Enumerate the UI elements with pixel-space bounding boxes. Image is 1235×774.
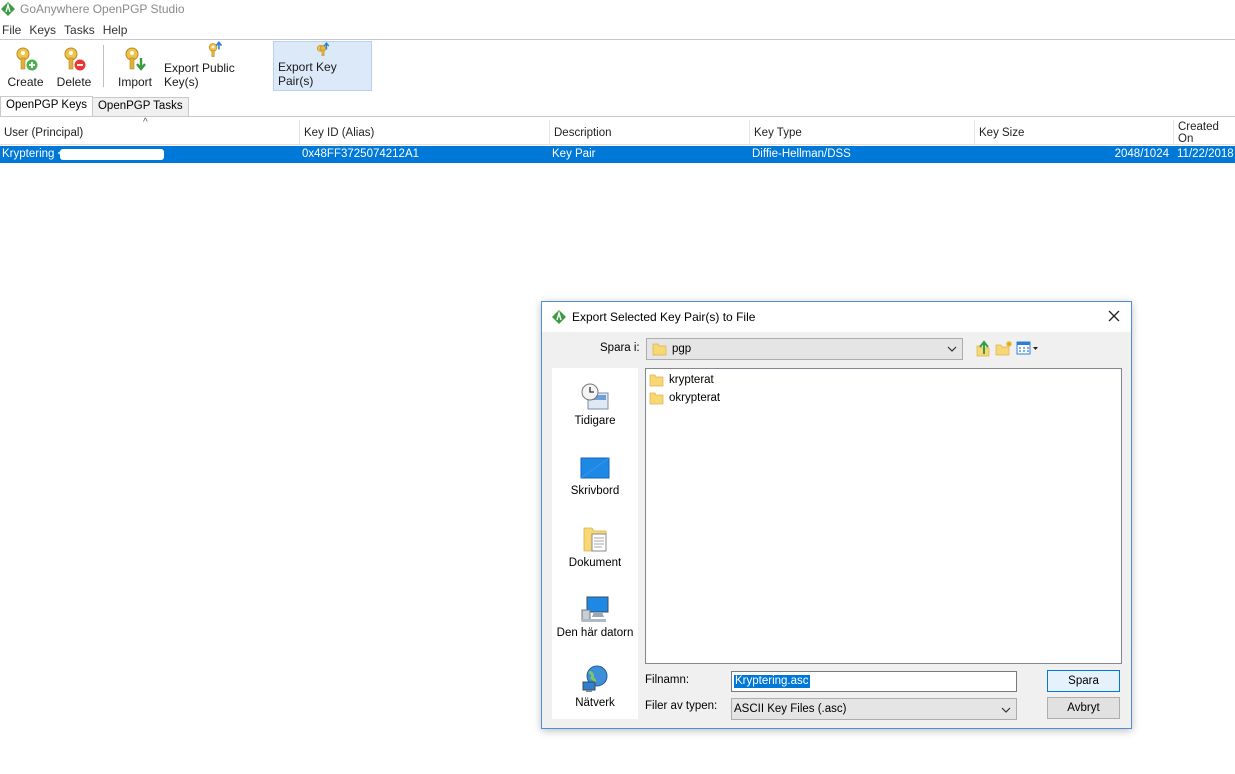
menu-keys[interactable]: Keys: [27, 23, 60, 37]
column-header-created-on[interactable]: Created On: [1173, 120, 1235, 145]
cell-user: Kryptering <: [2, 148, 65, 160]
place-documents[interactable]: Dokument: [552, 524, 638, 569]
table-row[interactable]: Kryptering < 0x48FF3725074212A1 Key Pair…: [0, 146, 1235, 163]
look-in-dropdown[interactable]: pgp: [646, 338, 963, 360]
chevron-down-icon: [947, 346, 957, 352]
export-public-keys-button[interactable]: Export Public Key(s): [160, 41, 270, 91]
file-list: krypterat okrypterat: [645, 368, 1122, 664]
computer-icon: [581, 596, 609, 622]
import-button[interactable]: Import: [110, 41, 160, 91]
view-menu-icon[interactable]: [1016, 340, 1040, 356]
column-label: Key Type: [754, 126, 802, 139]
cell-key-size: 2048/1024: [1114, 148, 1169, 160]
look-in-label: Spara i:: [600, 342, 640, 354]
openpgp-studio-window: GoAnywhere OpenPGP Studio File Keys Task…: [0, 0, 1235, 774]
create-button[interactable]: Create: [0, 41, 51, 91]
filetype-dropdown[interactable]: ASCII Key Files (.asc): [731, 698, 1017, 720]
tab-openpgp-tasks[interactable]: OpenPGP Tasks: [91, 97, 189, 116]
redacted-email: [60, 149, 164, 160]
delete-button[interactable]: Delete: [51, 41, 97, 91]
key-add-icon: [16, 47, 37, 71]
menu-help[interactable]: Help: [101, 23, 132, 37]
column-label: Key ID (Alias): [304, 126, 375, 139]
up-one-level-icon[interactable]: [975, 340, 991, 358]
cancel-button[interactable]: Avbryt: [1047, 697, 1120, 719]
menu-bar: File Keys Tasks Help: [0, 20, 133, 39]
app-logo-icon: [1, 2, 15, 16]
keys-table-header: User (Principal) ^ Key ID (Alias) Descri…: [0, 117, 1235, 145]
cell-key-id: 0x48FF3725074212A1: [302, 148, 420, 160]
cell-key-type: Diffie-Hellman/DSS: [752, 148, 851, 160]
filename-label: Filnamn:: [645, 674, 690, 686]
dialog-title: Export Selected Key Pair(s) to File: [572, 310, 756, 324]
column-header-description[interactable]: Description: [549, 120, 749, 145]
export-pair-label: Export Key Pair(s): [278, 60, 337, 88]
menu-file[interactable]: File: [0, 23, 25, 37]
save-button[interactable]: Spara: [1047, 670, 1120, 692]
recent-places-icon: [581, 383, 609, 410]
menu-tasks[interactable]: Tasks: [62, 23, 99, 37]
cell-created-on: 11/22/2018: [1177, 148, 1234, 160]
column-label: Key Size: [979, 126, 1025, 139]
filetype-value: ASCII Key Files (.asc): [734, 703, 847, 715]
place-this-pc[interactable]: Den här datorn: [552, 594, 638, 639]
folder-name: okrypterat: [669, 391, 721, 404]
folder-icon: [652, 343, 667, 356]
place-recent[interactable]: Tidigare: [552, 382, 638, 427]
look-in-value: pgp: [672, 343, 692, 355]
export-public-label: Export Public Key(s): [164, 61, 235, 89]
place-desktop[interactable]: Skrivbord: [552, 456, 638, 497]
tabs-underline: [0, 116, 1235, 117]
places-bar: Tidigare Skrivbord Dokument Den här dato…: [552, 368, 638, 719]
chevron-down-icon: [1001, 707, 1011, 713]
filename-field[interactable]: Kryptering.asc: [731, 671, 1017, 692]
new-folder-icon[interactable]: [995, 340, 1013, 356]
cell-description: Key Pair: [552, 148, 596, 160]
key-pair-export-icon: [316, 42, 329, 57]
create-label: Create: [7, 75, 44, 89]
key-delete-icon: [64, 47, 86, 71]
place-label: Tidigare: [574, 415, 616, 427]
window-title: GoAnywhere OpenPGP Studio: [20, 2, 185, 16]
column-header-key-id[interactable]: Key ID (Alias): [299, 120, 549, 145]
tab-strip: OpenPGP Keys OpenPGP Tasks: [0, 96, 189, 117]
filename-value: Kryptering.asc: [734, 675, 810, 688]
column-header-user[interactable]: User (Principal) ^: [0, 117, 299, 145]
title-bar: GoAnywhere OpenPGP Studio: [0, 0, 1235, 18]
place-label: Den här datorn: [556, 627, 634, 639]
column-label: Created On: [1178, 120, 1219, 145]
list-item-folder[interactable]: okrypterat: [649, 389, 720, 406]
network-icon: [582, 665, 608, 692]
folder-icon: [649, 374, 664, 386]
sort-ascending-icon: ^: [143, 117, 148, 128]
place-network[interactable]: Nätverk: [552, 664, 638, 709]
folder-name: krypterat: [669, 373, 714, 386]
menu-separator: [0, 39, 1235, 40]
close-icon[interactable]: [1106, 308, 1122, 324]
toolbar-divider: [103, 45, 104, 87]
desktop-icon: [580, 457, 610, 479]
app-logo-icon: [552, 310, 566, 324]
place-label: Skrivbord: [570, 485, 620, 497]
filetype-label: Filer av typen:: [645, 700, 718, 712]
documents-folder-icon: [583, 527, 607, 552]
delete-label: Delete: [56, 75, 92, 89]
key-export-icon: [208, 41, 223, 57]
column-header-key-size[interactable]: Key Size: [974, 120, 1173, 145]
column-label: Description: [554, 126, 612, 139]
list-item-folder[interactable]: krypterat: [649, 371, 714, 388]
column-label: User (Principal): [4, 126, 84, 139]
key-import-icon: [125, 47, 146, 71]
export-dialog: Export Selected Key Pair(s) to File Spar…: [541, 301, 1132, 729]
tab-openpgp-keys[interactable]: OpenPGP Keys: [0, 96, 93, 117]
place-label: Nätverk: [575, 697, 615, 709]
toolbar: Create Delete Import Export Public Key(s…: [0, 41, 372, 91]
column-header-key-type[interactable]: Key Type: [749, 120, 974, 145]
dialog-title-bar: Export Selected Key Pair(s) to File: [542, 302, 1131, 332]
place-label: Dokument: [568, 557, 622, 569]
folder-icon: [649, 392, 664, 404]
export-key-pairs-button[interactable]: Export Key Pair(s): [273, 41, 372, 91]
import-label: Import: [117, 75, 152, 89]
